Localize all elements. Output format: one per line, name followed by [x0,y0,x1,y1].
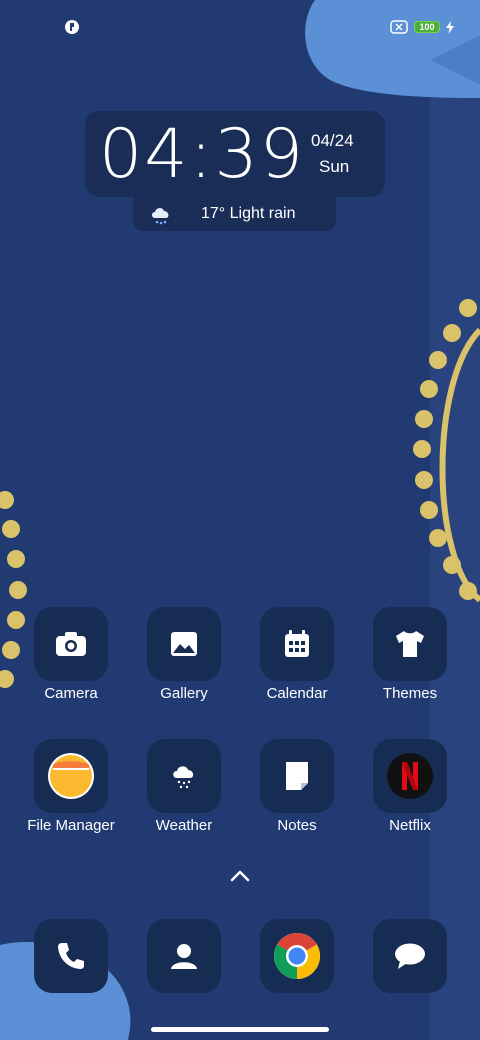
app-tile[interactable] [147,739,221,813]
app-label: Gallery [160,685,208,702]
app-tile[interactable] [260,739,334,813]
app-notes[interactable]: Notes [242,739,352,849]
dock-contacts[interactable] [147,919,221,993]
app-themes[interactable]: Themes [355,607,465,717]
home-indicator[interactable] [151,1027,329,1032]
clock-widget[interactable]: 04:39 04/24 Sun [85,111,385,197]
battery-level: 100 [419,22,435,32]
app-camera[interactable]: Camera [16,607,126,717]
app-tile[interactable] [147,607,221,681]
app-label: Notes [277,817,317,834]
messages-icon [395,943,425,969]
app-label: Netflix [389,817,431,834]
app-calendar[interactable]: Calendar [242,607,352,717]
rain-cloud-icon [152,208,169,225]
battery-indicator: 100 [414,21,440,33]
image-icon [171,632,197,656]
app-tile[interactable] [34,739,108,813]
phone-icon [58,943,84,969]
snow-cloud-icon [173,766,194,789]
chrome-icon [274,933,320,979]
app-tile[interactable] [373,739,447,813]
app-gallery[interactable]: Gallery [129,607,239,717]
app-label: Themes [382,685,438,702]
tshirt-icon [396,631,424,657]
calendar-icon [285,630,309,657]
dock-phone[interactable] [34,919,108,993]
app-tile[interactable] [260,607,334,681]
clock-time: 04:39 [99,115,305,194]
dock-messages[interactable] [373,919,447,993]
folder-icon [48,753,94,799]
camera-icon [56,632,86,656]
contacts-icon [171,944,197,969]
weather-strip[interactable]: 17° Light rain [133,197,336,231]
app-tile[interactable] [34,607,108,681]
app-label: Camera [44,685,98,702]
app-label: File Manager [27,817,115,834]
app-tile[interactable] [373,607,447,681]
chevron-up-icon[interactable] [229,868,251,882]
app-notification-icon [65,20,79,34]
lightning-icon [446,20,454,34]
weather-text: 17° Light rain [201,205,296,222]
app-label: Calendar [266,685,328,702]
app-label: Weather [155,817,213,834]
app-file-manager[interactable]: File Manager [16,739,126,849]
clock-day: Sun [319,157,350,176]
note-icon [286,762,308,790]
app-netflix[interactable]: Netflix [355,739,465,849]
app-weather[interactable]: Weather [129,739,239,849]
dock-chrome[interactable] [260,919,334,993]
clock-date: 04/24 [311,131,354,150]
status-bar: 100 [0,0,480,52]
no-sim-icon [390,20,408,34]
netflix-icon [387,753,433,799]
